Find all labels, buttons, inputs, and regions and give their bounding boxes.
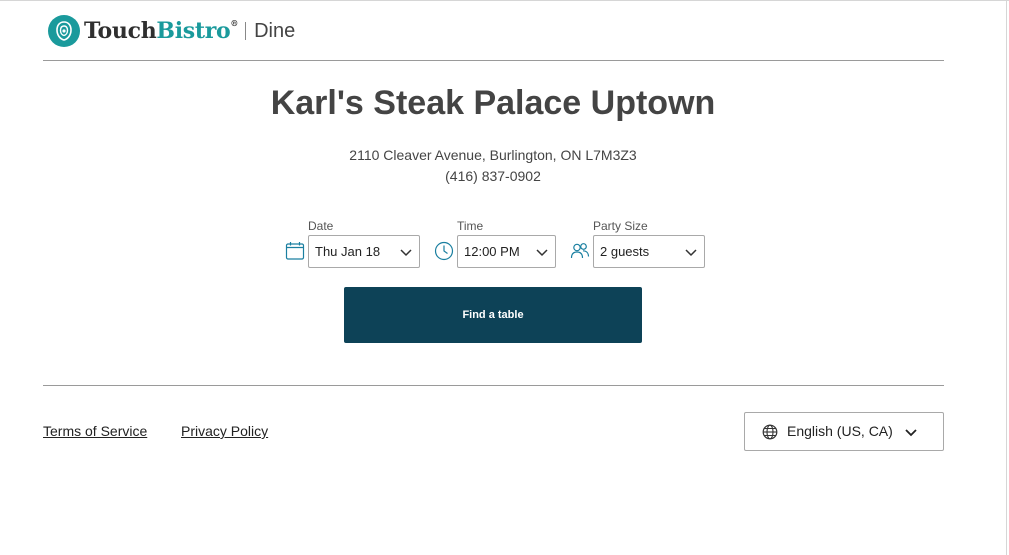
language-select[interactable]: English (US, CA) bbox=[744, 412, 944, 451]
privacy-policy-link[interactable]: Privacy Policy bbox=[181, 423, 268, 439]
language-value: English (US, CA) bbox=[787, 423, 893, 439]
party-size-select[interactable]: 2 guests bbox=[593, 235, 705, 268]
party-size-value: 2 guests bbox=[600, 244, 650, 259]
calendar-icon bbox=[285, 241, 305, 261]
brand-registered-mark: ® bbox=[230, 18, 239, 28]
brand-touch: Touch bbox=[84, 18, 157, 44]
terms-of-service-link[interactable]: Terms of Service bbox=[43, 423, 147, 439]
product-name: Dine bbox=[254, 19, 296, 42]
time-select[interactable]: 12:00 PM bbox=[457, 235, 556, 268]
date-select[interactable]: Thu Jan 18 bbox=[308, 235, 420, 268]
brand-separator bbox=[245, 22, 247, 40]
chevron-down-icon bbox=[400, 249, 412, 257]
restaurant-name: Karl's Steak Palace Uptown bbox=[270, 84, 716, 122]
find-table-button[interactable]: Find a table bbox=[344, 287, 642, 343]
restaurant-phone: (416) 837-0902 bbox=[445, 168, 541, 184]
brand-wordmark[interactable]: TouchBistro® bbox=[84, 18, 238, 44]
date-label: Date bbox=[308, 219, 334, 233]
chevron-down-icon bbox=[536, 249, 548, 257]
party-size-label: Party Size bbox=[593, 219, 648, 233]
brand-bistro: Bistro bbox=[156, 18, 231, 44]
header-divider bbox=[43, 60, 944, 61]
chevron-down-icon bbox=[685, 249, 697, 257]
time-value: 12:00 PM bbox=[464, 244, 520, 259]
chevron-down-icon bbox=[905, 429, 917, 437]
touchbistro-logo-icon[interactable] bbox=[48, 15, 80, 47]
footer-divider bbox=[43, 385, 944, 386]
globe-icon bbox=[762, 424, 778, 440]
time-label: Time bbox=[457, 219, 484, 233]
people-icon bbox=[570, 241, 590, 261]
restaurant-address: 2110 Cleaver Avenue, Burlington, ON L7M3… bbox=[349, 147, 637, 163]
site-header: TouchBistro® Dine bbox=[48, 14, 295, 48]
date-value: Thu Jan 18 bbox=[315, 244, 381, 259]
clock-icon bbox=[434, 241, 454, 261]
page-right-border bbox=[1006, 0, 1007, 555]
page-top-border bbox=[0, 0, 1009, 1]
